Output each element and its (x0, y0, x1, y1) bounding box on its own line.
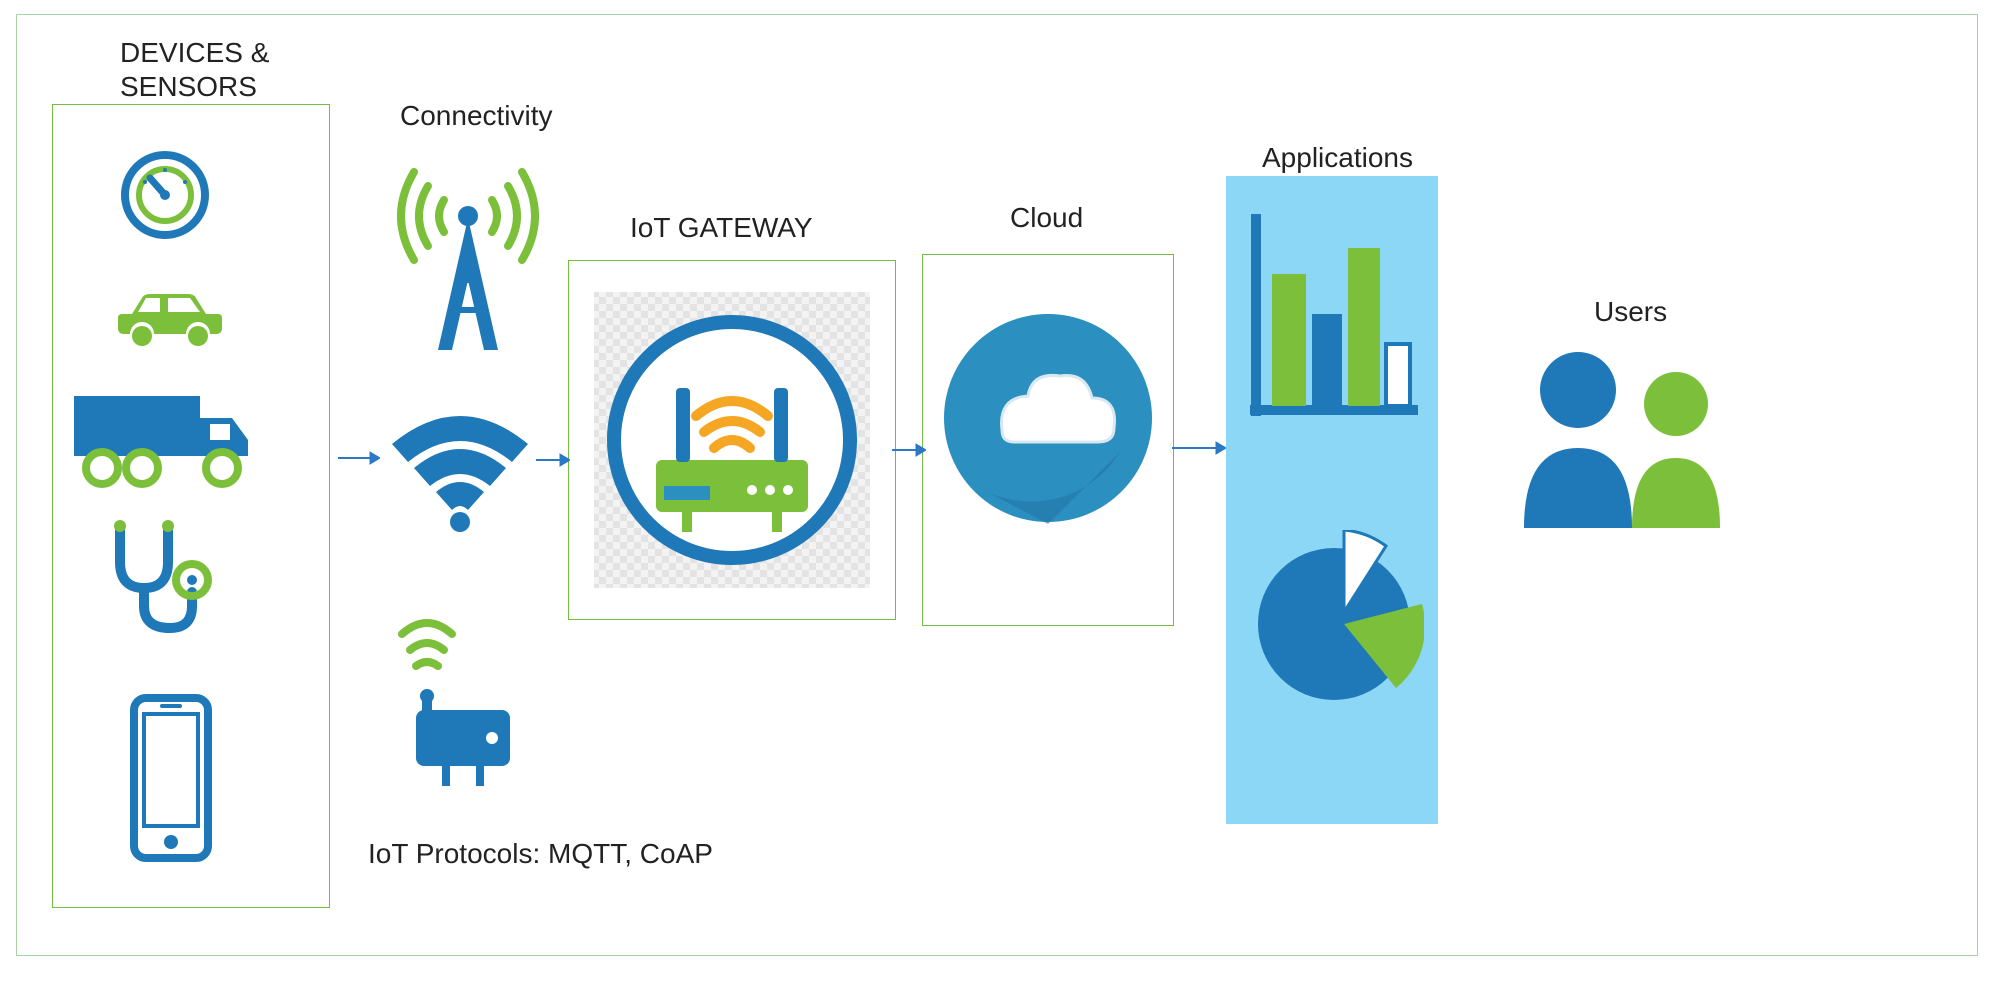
iot-gateway-label: IoT GATEWAY (630, 212, 813, 244)
iot-protocols-label: IoT Protocols: MQTT, CoAP (368, 838, 713, 870)
router-wireless-icon (398, 600, 528, 800)
arrow-gateway-to-cloud (892, 440, 926, 460)
arrow-connectivity-to-gateway (536, 450, 570, 470)
connectivity-label: Connectivity (400, 100, 553, 132)
users-label: Users (1594, 296, 1667, 328)
applications-label: Applications (1262, 142, 1413, 174)
router-gateway-icon (592, 290, 872, 590)
arrow-cloud-to-applications (1172, 438, 1226, 458)
stethoscope-icon (92, 512, 222, 642)
pie-chart-icon (1248, 530, 1424, 706)
cloud-label: Cloud (1010, 202, 1083, 234)
gauge-icon (110, 140, 220, 240)
smartphone-icon (116, 688, 226, 868)
cell-tower-icon (378, 160, 558, 360)
people-icon (1500, 338, 1760, 538)
bar-chart-icon (1240, 204, 1424, 434)
devices-sensors-label: DEVICES &SENSORS (120, 36, 269, 103)
truck-icon (62, 378, 272, 498)
cloud-icon (940, 280, 1156, 560)
car-icon (100, 278, 240, 358)
wifi-icon (380, 400, 540, 540)
arrow-devices-to-connectivity (338, 448, 380, 468)
